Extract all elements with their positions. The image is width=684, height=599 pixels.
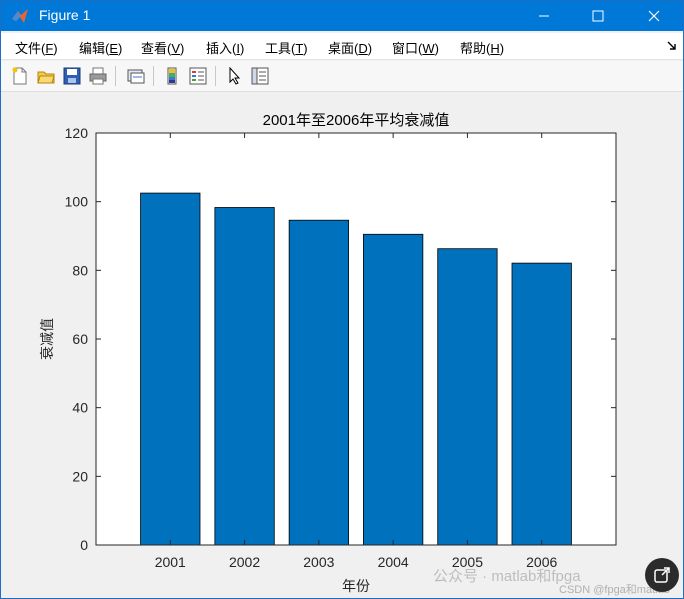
y-axis-label: 衰减值 (39, 318, 55, 360)
x-tick-label: 2004 (378, 554, 409, 570)
toolbar-separator (215, 66, 216, 86)
toolbar (1, 61, 683, 92)
open-folder-icon (37, 71, 55, 84)
export-image-icon (654, 567, 670, 583)
colorbar-icon (167, 67, 177, 85)
x-tick-label: 2001 (155, 554, 186, 570)
matlab-logo-icon (12, 9, 28, 23)
y-tick-label: 20 (72, 468, 88, 484)
insert-colorbar-button[interactable] (161, 65, 183, 87)
edit-plot-button[interactable] (223, 65, 245, 87)
new-file-icon (12, 67, 27, 85)
menu-insert[interactable]: 插入(I) (206, 38, 244, 57)
cursor-arrow-icon (229, 67, 241, 85)
chart-title: 2001年至2006年平均衰减值 (263, 112, 450, 129)
bar-2006 (511, 262, 572, 546)
toolbar-separator (153, 66, 154, 86)
minimize-icon (539, 15, 549, 17)
window-title: Figure 1 (39, 7, 91, 23)
property-inspector-icon (251, 67, 269, 85)
x-tick-label: 2002 (229, 554, 260, 570)
y-tick-label: 80 (72, 262, 88, 278)
save-disk-icon (63, 67, 81, 85)
bar-chart: 020406080100120 2001 2002 2003 2004 2005 2006… (39, 112, 617, 594)
menu-edit[interactable]: 编辑(E) (79, 38, 122, 57)
bar-2004 (363, 233, 424, 546)
link-plot-icon (127, 69, 145, 84)
figure-canvas: 0 20 40 60 80 100 120 2001 2002 2003 2004 2005 2006… (1, 93, 683, 598)
menu-bar: 文件(F) 编辑(E) 查看(V) 插入(I) 工具(T) 桌面(D) 窗口(W… (1, 33, 683, 60)
menu-file[interactable]: 文件(F) (15, 38, 58, 57)
bar-2003 (288, 219, 349, 546)
menu-tools[interactable]: 工具(T) (265, 38, 308, 57)
y-tick-label: 120 (65, 125, 89, 141)
y-tick-label: 100 (65, 194, 89, 210)
insert-legend-button[interactable] (187, 65, 209, 87)
x-tick-label: 2003 (303, 554, 334, 570)
legend-icon (189, 67, 207, 85)
open-file-button[interactable] (35, 65, 57, 87)
bar-2005 (437, 248, 498, 546)
close-icon (648, 10, 660, 22)
property-inspector-button[interactable] (249, 65, 271, 87)
menu-desktop[interactable]: 桌面(D) (328, 38, 372, 57)
figure-window: Figure 1 文件(F) 编辑(E) 查看(V) 插入(I) 工具(T) 桌… (0, 0, 684, 599)
y-tick-label: 0 (80, 537, 88, 553)
close-button[interactable] (631, 1, 677, 31)
new-figure-button[interactable] (9, 65, 31, 87)
maximize-button[interactable] (575, 1, 621, 31)
menu-help[interactable]: 帮助(H) (460, 38, 504, 57)
link-plot-button[interactable] (125, 65, 147, 87)
printer-icon (89, 67, 107, 85)
x-axis-label: 年份 (342, 578, 370, 594)
y-tick-label: 60 (72, 331, 88, 347)
toolbar-separator (115, 66, 116, 86)
menu-window[interactable]: 窗口(W) (392, 38, 439, 57)
bar-2002 (214, 207, 275, 546)
minimize-button[interactable] (521, 1, 567, 31)
dock-arrow-icon[interactable] (667, 41, 677, 51)
maximize-icon (592, 10, 604, 22)
bar-2001 (140, 192, 201, 546)
y-tick-label: 40 (72, 400, 88, 416)
save-button[interactable] (61, 65, 83, 87)
menu-view[interactable]: 查看(V) (141, 38, 184, 57)
title-bar[interactable]: Figure 1 (1, 1, 683, 31)
print-button[interactable] (87, 65, 109, 87)
export-button[interactable] (645, 558, 679, 592)
